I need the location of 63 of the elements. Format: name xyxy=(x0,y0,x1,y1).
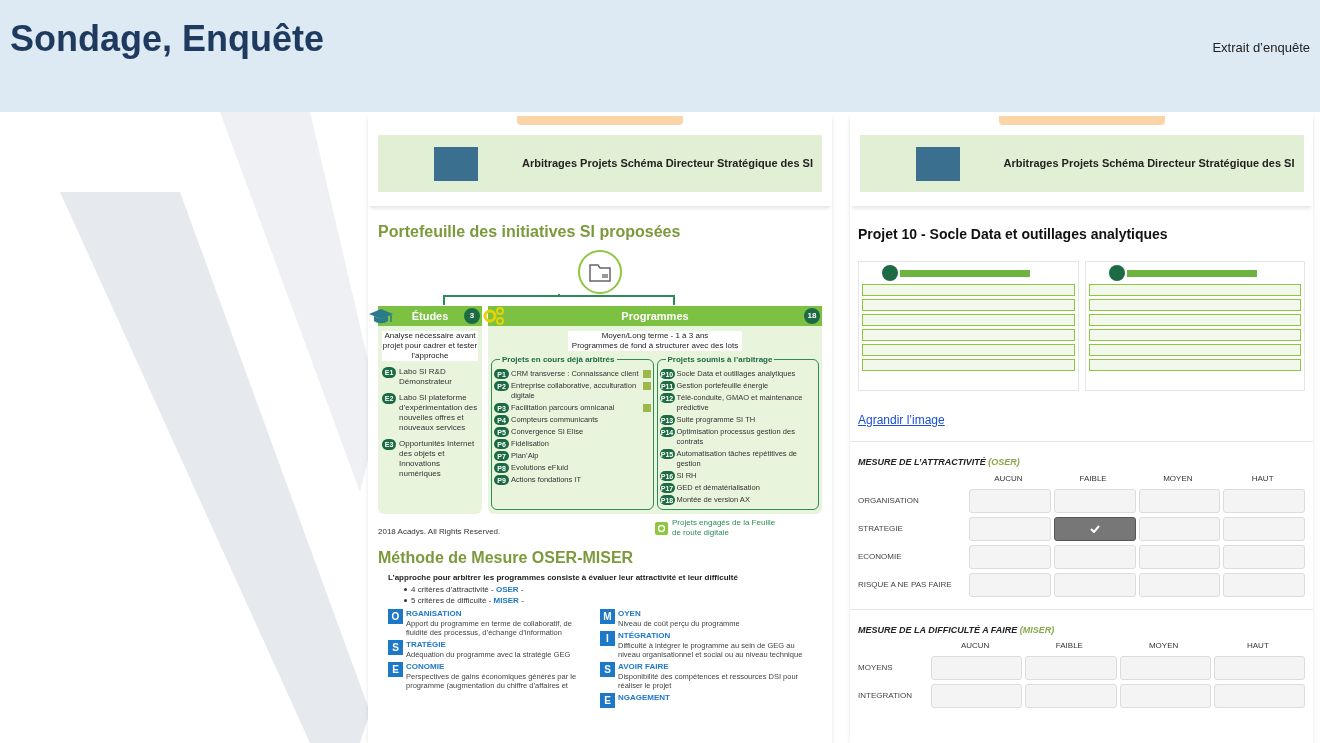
card-heading: Études xyxy=(411,308,449,324)
letter-tile: S xyxy=(600,662,615,677)
bullet-icon xyxy=(404,599,407,602)
checkmark-icon xyxy=(1089,524,1100,533)
card-heading: Programmes xyxy=(621,308,689,324)
card-description: Analyse nécessaire avant projet pour cadrer et tester l’approche xyxy=(382,331,478,361)
criterion-name: NGAGEMENT xyxy=(618,693,670,703)
bullet-text: 5 critères de difficulté - MISER - xyxy=(411,595,524,606)
study-item: Opportunités Internet des objets et Innovations numériques xyxy=(399,439,476,479)
folder-icon xyxy=(578,250,622,294)
study-item: Labo SI plateforme d’expérimentation des nouvelles offres et nouveaux services xyxy=(399,393,478,433)
criterion-name: RGANISATION xyxy=(406,609,463,619)
row-label: ORGANISATION xyxy=(858,494,920,507)
photo-placeholder xyxy=(434,146,478,181)
criterion-name: TRATÉGIE xyxy=(406,640,447,650)
letter-tile: M xyxy=(600,609,615,624)
count-badge: 3 xyxy=(464,308,480,324)
row-label: MOYENS xyxy=(858,662,894,674)
page-title: Sondage, Enquête xyxy=(10,17,325,61)
column-header: AUCUN xyxy=(959,640,991,652)
column-header: HAUT xyxy=(1250,472,1275,485)
column-header: AUCUN xyxy=(993,472,1024,485)
letter-tile: E xyxy=(388,662,403,677)
letter-tile: S xyxy=(388,640,403,655)
rating-option[interactable] xyxy=(1053,516,1136,541)
graduation-cap-icon xyxy=(368,307,394,325)
letter-tile: I xyxy=(600,631,615,646)
column-header: FAIBLE xyxy=(1054,640,1084,652)
measure-title: MESURE DE L’ATTRACTIVITÉ (OSER) xyxy=(858,456,1021,469)
banner-title: Arbitrages Projets Schéma Directeur Stratégique des SI xyxy=(1003,156,1295,172)
column-header: MOYEN xyxy=(1162,472,1194,485)
bullet-text: 4 critères d’attractivité - OSER - xyxy=(411,584,524,595)
legend-text: Projets engagés de la Feuille de route digitale xyxy=(672,518,777,538)
bullet-icon xyxy=(404,588,407,591)
row-label: RISQUE A NE PAS FAIRE xyxy=(858,578,953,591)
criterion-name: CONOMIE xyxy=(406,662,446,672)
photo-placeholder xyxy=(915,146,960,181)
count-badge: 18 xyxy=(804,308,820,324)
column-header: HAUT xyxy=(1246,640,1270,652)
row-label: STRATEGIE xyxy=(858,522,904,535)
letter-tile: E xyxy=(600,693,615,708)
column-header: FAIBLE xyxy=(1078,472,1108,485)
row-label: ECONOMIE xyxy=(858,550,903,563)
description-line: Moyen/Long terme - 1 à 3 ans xyxy=(601,331,709,341)
group-title: Projets soumis à l’arbitrage xyxy=(665,354,775,366)
criterion-name: AVOIR FAIRE xyxy=(618,662,670,672)
criterion-name: NTÉGRATION xyxy=(618,631,672,641)
group-title: Projets en cours déjà arbitrés xyxy=(500,354,617,366)
column-header: MOYEN xyxy=(1147,640,1180,652)
measure-title: MESURE DE LA DIFFICULTÉ A FAIRE (MISER) xyxy=(858,623,1056,637)
section-title: Portefeuille des initiatives SI proposées xyxy=(378,222,682,242)
criterion-name: OYEN xyxy=(618,609,642,619)
study-item: Labo SI R&D Démonstrateur xyxy=(399,367,453,387)
enlarge-link[interactable]: Agrandir l’image xyxy=(858,411,945,429)
section-title: Méthode de Mesure OSER-MISER xyxy=(378,548,635,568)
description-line: Programmes de fond à structurer avec des lots xyxy=(571,341,739,351)
letter-tile: O xyxy=(388,609,403,624)
copyright-text: 2018 Acadys. All Rights Reserved. xyxy=(378,526,501,538)
banner-title: Arbitrages Projets Schéma Directeur Stratégique des SI xyxy=(522,156,813,172)
project-title: Projet 10 - Socle Data et outillages analytiques xyxy=(858,225,1169,244)
row-label: INTEGRATION xyxy=(858,690,914,702)
page-subtitle: Extrait d’enquête xyxy=(1212,39,1310,57)
intro-text: L’approche pour arbitrer les programmes consiste à évaluer leur attractivité et leur difficulté xyxy=(388,572,739,584)
